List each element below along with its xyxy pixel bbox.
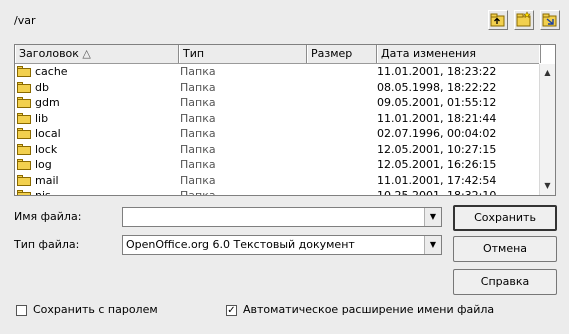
file-name: lib — [35, 111, 49, 125]
file-row[interactable]: log Папка 12.05.2001, 16:26:15 — [15, 157, 539, 173]
file-row[interactable]: db Папка 08.05.1998, 18:22:22 — [15, 80, 539, 96]
file-row[interactable]: local Папка 02.07.1996, 00:04:02 — [15, 126, 539, 142]
file-row[interactable]: lib Папка 11.01.2001, 18:21:44 — [15, 111, 539, 127]
column-header-title[interactable]: Заголовок △ — [15, 45, 179, 63]
scroll-down-icon[interactable]: ▼ — [540, 179, 555, 193]
filename-combo[interactable]: ▼ — [122, 207, 442, 227]
file-date: 08.05.1998, 18:22:22 — [377, 80, 497, 94]
file-list[interactable]: Заголовок △ Тип Размер Дата изменения ca… — [14, 44, 556, 196]
folder-up-button[interactable] — [488, 10, 508, 30]
checkmark-icon: ✓ — [227, 305, 236, 316]
file-name: lock — [35, 142, 58, 156]
folder-icon — [17, 66, 31, 77]
file-type: Папка — [180, 173, 216, 187]
file-row[interactable]: cache Папка 11.01.2001, 18:23:22 — [15, 64, 539, 80]
file-type: Папка — [180, 188, 216, 195]
auto-extension-checkbox[interactable]: ✓ — [226, 305, 237, 316]
filetype-label: Тип файла: — [14, 238, 80, 251]
file-type: Папка — [180, 158, 216, 171]
column-header-type[interactable]: Тип — [179, 45, 307, 63]
folder-up-icon — [490, 13, 505, 27]
vertical-scrollbar[interactable]: ▲ ▼ — [539, 64, 555, 195]
file-list-rows: cache Папка 11.01.2001, 18:23:22 db Папка 08.… — [15, 64, 539, 195]
new-folder-icon — [516, 11, 531, 27]
file-row[interactable]: mail Папка 11.01.2001, 17:42:54 — [15, 173, 539, 189]
column-header-date[interactable]: Дата изменения — [377, 45, 541, 63]
file-type: Папка — [180, 80, 216, 94]
file-name: nis — [35, 188, 51, 195]
scroll-up-icon[interactable]: ▲ — [540, 66, 555, 80]
file-date: 11.01.2001, 18:23:22 — [377, 65, 497, 78]
file-row[interactable]: nis Папка 10.25.2001, 18:32:10 — [15, 188, 539, 195]
chevron-down-icon[interactable]: ▼ — [424, 208, 442, 226]
file-type: Папка — [180, 111, 216, 125]
file-name: db — [35, 80, 49, 94]
column-header-size[interactable]: Размер — [307, 45, 377, 63]
file-name: log — [35, 158, 52, 171]
file-name: gdm — [35, 96, 60, 109]
folder-icon — [17, 128, 31, 139]
folder-icon — [17, 190, 31, 195]
filetype-value: OpenOffice.org 6.0 Текстовый документ — [126, 238, 355, 251]
save-with-password-label: Сохранить с паролем — [33, 303, 158, 316]
help-button[interactable]: Справка — [453, 269, 557, 295]
file-type: Папка — [180, 127, 216, 140]
file-name: mail — [35, 173, 59, 187]
sort-ascending-icon: △ — [82, 47, 91, 60]
file-date: 11.01.2001, 17:42:54 — [377, 173, 497, 187]
folder-icon — [17, 112, 31, 124]
current-path: /var — [14, 14, 36, 27]
file-list-header: Заголовок △ Тип Размер Дата изменения — [15, 45, 541, 64]
folder-icon — [17, 159, 31, 170]
auto-extension-label: Автоматическое расширение имени файла — [243, 303, 495, 316]
file-type: Папка — [180, 65, 216, 78]
file-date: 12.05.2001, 10:27:15 — [377, 142, 497, 156]
save-button[interactable]: Сохранить — [453, 205, 557, 231]
file-name: cache — [35, 65, 68, 78]
default-directory-icon — [542, 13, 557, 27]
file-row[interactable]: gdm Папка 09.05.2001, 01:55:12 — [15, 95, 539, 111]
folder-icon — [17, 97, 31, 108]
file-date: 09.05.2001, 01:55:12 — [377, 96, 497, 109]
file-type: Папка — [180, 96, 216, 109]
file-name: local — [35, 127, 61, 140]
file-type: Папка — [180, 142, 216, 156]
default-directory-button[interactable] — [540, 10, 560, 30]
folder-icon — [17, 143, 31, 155]
file-date: 12.05.2001, 16:26:15 — [377, 158, 497, 171]
save-with-password-checkbox[interactable] — [16, 305, 27, 316]
file-row[interactable]: lock Папка 12.05.2001, 10:27:15 — [15, 142, 539, 158]
chevron-down-icon[interactable]: ▼ — [424, 236, 442, 254]
file-date: 02.07.1996, 00:04:02 — [377, 127, 497, 140]
file-date: 10.25.2001, 18:32:10 — [377, 188, 496, 195]
new-folder-button[interactable] — [514, 10, 534, 30]
filetype-select[interactable]: OpenOffice.org 6.0 Текстовый документ ▼ — [122, 235, 442, 255]
folder-icon — [17, 174, 31, 186]
folder-icon — [17, 81, 31, 93]
file-date: 11.01.2001, 18:21:44 — [377, 111, 497, 125]
cancel-button[interactable]: Отмена — [453, 236, 557, 262]
filename-label: Имя файла: — [14, 210, 82, 223]
